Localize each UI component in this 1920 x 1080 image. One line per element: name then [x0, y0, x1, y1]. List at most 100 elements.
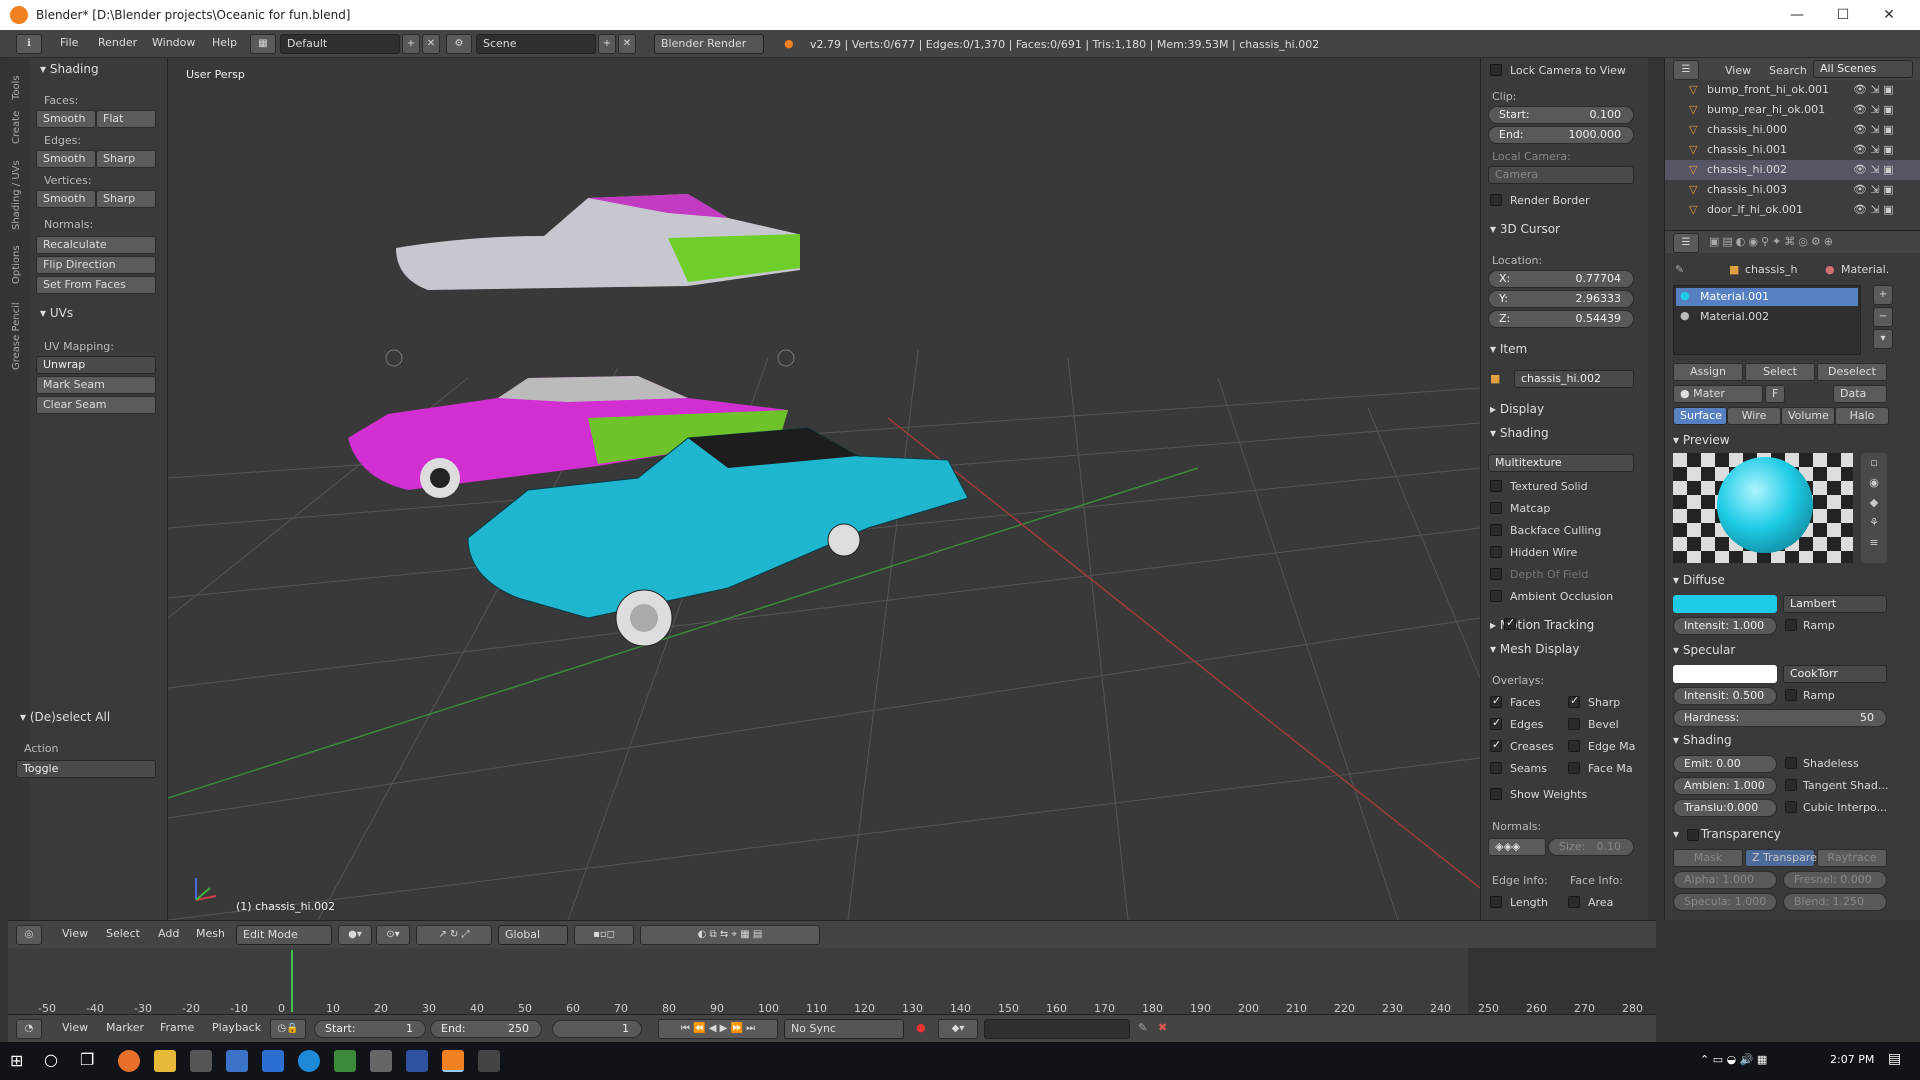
- diffuse-color-swatch[interactable]: [1673, 595, 1777, 613]
- fresnel-field[interactable]: Fresnel: 0.000: [1783, 871, 1887, 889]
- layout-field[interactable]: Default: [280, 34, 400, 54]
- layout-add-icon[interactable]: +: [402, 34, 420, 54]
- timeline-menu-view[interactable]: View: [62, 1021, 88, 1034]
- task-view-icon[interactable]: ❐: [80, 1050, 94, 1069]
- flip-direction-button[interactable]: Flip Direction: [36, 256, 156, 274]
- shadeless-checkbox[interactable]: [1785, 757, 1797, 769]
- app-icon-3[interactable]: [190, 1050, 212, 1072]
- tangent-shading-checkbox[interactable]: [1785, 779, 1797, 791]
- material-slot-remove-icon[interactable]: −: [1873, 307, 1893, 327]
- translucency-field[interactable]: Translu:0.000: [1673, 799, 1777, 817]
- outliner-item[interactable]: ▽ bump_rear_hi_ok.001 👁 ⇲ ▣: [1665, 100, 1920, 120]
- snapping-and-layer-icons[interactable]: ◐ ⧉ ⇆ ⌖ ▦ ▤: [640, 925, 820, 945]
- transparency-raytrace-tab[interactable]: Raytrace: [1817, 849, 1887, 867]
- lock-camera-checkbox[interactable]: [1490, 64, 1502, 76]
- notifications-icon[interactable]: ▤: [1888, 1051, 1901, 1067]
- deselect-all-header[interactable]: ▾ (De)select All: [20, 710, 110, 724]
- tab-wire[interactable]: Wire: [1727, 407, 1781, 425]
- tab-tools[interactable]: Tools: [11, 75, 22, 100]
- outliner-item[interactable]: ▽ bump_front_hi_ok.001 👁 ⇲ ▣: [1665, 80, 1920, 100]
- ambient-field[interactable]: Ambien: 1.000: [1673, 777, 1777, 795]
- outliner-item[interactable]: ▽ chassis_hi.003 👁 ⇲ ▣: [1665, 180, 1920, 200]
- shading-header[interactable]: ▾ Shading: [1490, 426, 1549, 440]
- cursor-x-field[interactable]: X: 0.77704: [1488, 270, 1634, 288]
- search-icon[interactable]: ○: [44, 1050, 58, 1069]
- diffuse-ramp-checkbox[interactable]: [1785, 619, 1797, 631]
- visibility-toggle-icons[interactable]: 👁 ⇲ ▣: [1853, 143, 1894, 156]
- playback-controls[interactable]: ⏮ ⏪ ◀ ▶ ⏩ ⏭: [658, 1019, 778, 1039]
- hidden-wire-checkbox[interactable]: [1490, 546, 1502, 558]
- specular-shader-select[interactable]: CookTorr: [1783, 665, 1887, 683]
- preview-header[interactable]: ▾ Preview: [1673, 433, 1730, 447]
- visibility-toggle-icons[interactable]: 👁 ⇲ ▣: [1853, 163, 1894, 176]
- overlay-seams-checkbox[interactable]: [1490, 762, 1502, 774]
- record-icon[interactable]: ●: [916, 1021, 926, 1034]
- 3d-viewport[interactable]: User Persp (1) chassis_hi.002: [168, 58, 1480, 920]
- shading-panel-header[interactable]: ▾ Shading: [40, 62, 99, 76]
- matcap-checkbox[interactable]: [1490, 502, 1502, 514]
- overlay-edges-checkbox[interactable]: [1490, 716, 1502, 730]
- deselect-button[interactable]: Deselect: [1817, 363, 1887, 381]
- timeline-menu-frame[interactable]: Frame: [160, 1021, 194, 1034]
- specular-ramp-checkbox[interactable]: [1785, 689, 1797, 701]
- mark-seam-button[interactable]: Mark Seam: [36, 376, 156, 394]
- end-frame-field[interactable]: End: 250: [430, 1020, 542, 1038]
- sync-select[interactable]: No Sync: [784, 1019, 904, 1039]
- edges-smooth-button[interactable]: Smooth: [36, 150, 96, 168]
- tab-grease-pencil[interactable]: Grease Pencil: [11, 302, 22, 370]
- breadcrumb-material[interactable]: Material.: [1841, 263, 1889, 276]
- timeline-menu-playback[interactable]: Playback: [212, 1021, 261, 1034]
- cursor-y-field[interactable]: Y: 2.96333: [1488, 290, 1634, 308]
- layout-remove-icon[interactable]: ✕: [422, 34, 440, 54]
- tab-surface[interactable]: Surface: [1673, 407, 1727, 425]
- length-checkbox[interactable]: [1490, 896, 1502, 908]
- clip-start-field[interactable]: Start: 0.100: [1488, 106, 1634, 124]
- recalculate-button[interactable]: Recalculate: [36, 236, 156, 254]
- menu-select[interactable]: Select: [106, 927, 140, 940]
- normals-size-field[interactable]: Size: 0.10: [1548, 838, 1634, 856]
- scene-icon[interactable]: ⚙: [446, 34, 472, 54]
- hardness-field[interactable]: Hardness: 50: [1673, 709, 1887, 727]
- preview-shape-buttons[interactable]: ▫ ◉ ◆ ⚘ ≡: [1861, 453, 1887, 563]
- menu-mesh[interactable]: Mesh: [196, 927, 225, 940]
- local-camera-field[interactable]: Camera: [1488, 166, 1634, 184]
- outliner-editor-icon[interactable]: ☰: [1673, 60, 1699, 80]
- tab-volume[interactable]: Volume: [1781, 407, 1835, 425]
- current-frame-field[interactable]: 1: [552, 1020, 642, 1038]
- app-icon-8[interactable]: [370, 1050, 392, 1072]
- diffuse-intensity-field[interactable]: Intensit: 1.000: [1673, 617, 1777, 635]
- minimize-button[interactable]: —: [1774, 0, 1820, 30]
- show-weights-checkbox[interactable]: [1490, 788, 1502, 800]
- keying-icons[interactable]: ◆▾: [938, 1019, 978, 1039]
- area-checkbox[interactable]: [1568, 896, 1580, 908]
- close-button[interactable]: ✕: [1866, 0, 1912, 30]
- chrome-icon[interactable]: [298, 1050, 320, 1072]
- visibility-toggle-icons[interactable]: 👁 ⇲ ▣: [1853, 123, 1894, 136]
- 3d-cursor-header[interactable]: ▾ 3D Cursor: [1490, 222, 1560, 236]
- edges-sharp-button[interactable]: Sharp: [96, 150, 156, 168]
- specular-transparency-field[interactable]: Specula: 1.000: [1673, 893, 1777, 911]
- specular-color-swatch[interactable]: [1673, 665, 1777, 683]
- assign-button[interactable]: Assign: [1673, 363, 1743, 381]
- tab-options[interactable]: Options: [11, 245, 22, 284]
- breadcrumb-object[interactable]: chassis_h: [1745, 263, 1797, 276]
- item-header[interactable]: ▾ Item: [1490, 342, 1527, 356]
- keying-set-field[interactable]: [984, 1019, 1130, 1039]
- mesh-display-header[interactable]: ▾ Mesh Display: [1490, 642, 1579, 656]
- 3d-view-editor-icon[interactable]: ◎: [16, 925, 42, 945]
- windows-start-icon[interactable]: ⊞: [10, 1051, 23, 1070]
- overlay-face-marks-checkbox[interactable]: [1568, 762, 1580, 774]
- alpha-field[interactable]: Alpha: 1.000: [1673, 871, 1777, 889]
- overlay-faces-checkbox[interactable]: [1490, 694, 1502, 708]
- cubic-interpolation-checkbox[interactable]: [1785, 801, 1797, 813]
- uvs-panel-header[interactable]: ▾ UVs: [40, 306, 73, 320]
- transparency-checkbox[interactable]: [1687, 829, 1699, 841]
- depth-of-field-checkbox[interactable]: [1490, 568, 1502, 580]
- clock[interactable]: 2:07 PM: [1830, 1053, 1874, 1066]
- menu-render[interactable]: Render: [98, 36, 137, 49]
- tab-halo[interactable]: Halo: [1835, 407, 1889, 425]
- textured-solid-checkbox[interactable]: [1490, 480, 1502, 492]
- preview-range-icons[interactable]: ◷🔒: [270, 1019, 306, 1039]
- scene-add-icon[interactable]: +: [598, 34, 616, 54]
- unwrap-menu[interactable]: Unwrap: [36, 356, 156, 374]
